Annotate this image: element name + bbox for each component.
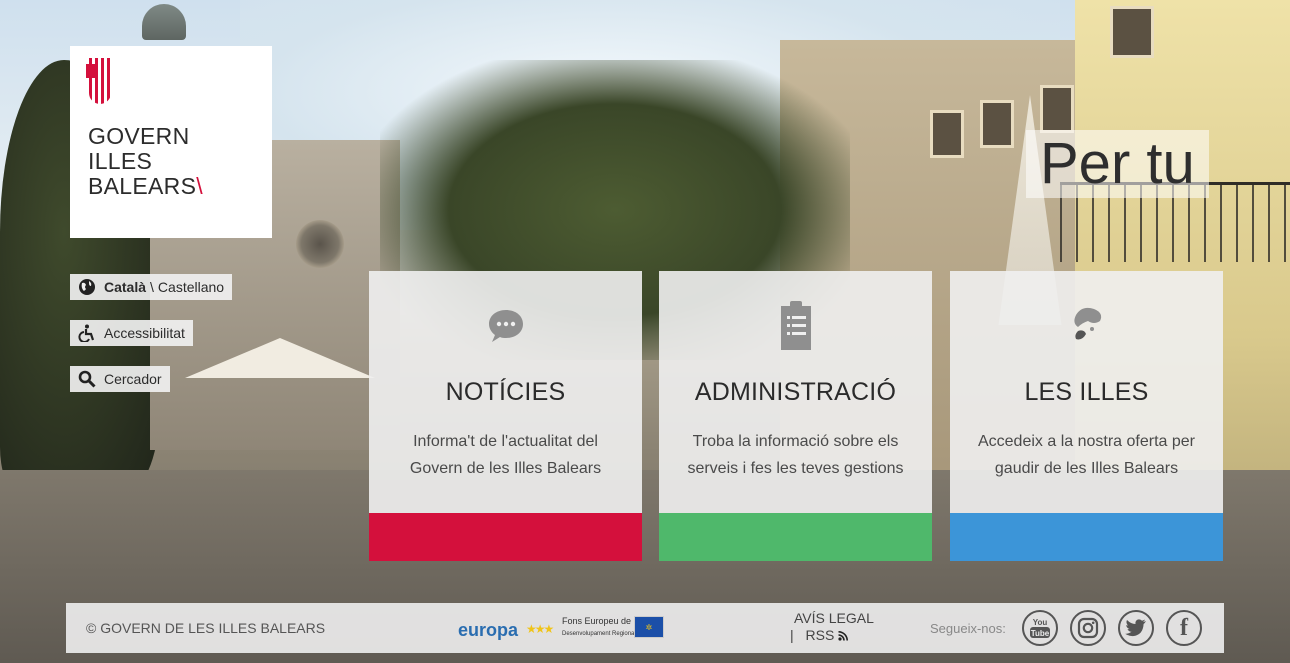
copyright: © GOVERN DE LES ILLES BALEARS — [86, 620, 326, 636]
rss-link[interactable]: RSS — [806, 627, 849, 643]
youtube-icon: You Tube — [1030, 618, 1050, 638]
rss-icon — [838, 631, 849, 641]
logo-line-govern: GOVERN — [88, 123, 190, 149]
facebook-link[interactable]: f — [1166, 610, 1202, 646]
eu-flag-icon: ✲ — [634, 616, 664, 638]
logo-line-illes: ILLES — [88, 148, 153, 174]
card-title: NOTÍCIES — [445, 378, 566, 406]
coat-of-arms-icon — [86, 58, 111, 104]
logo-line-balears: BALEARS — [88, 173, 197, 199]
rss-separator: | — [790, 627, 794, 643]
follow-us-label: Segueix-nos: — [930, 621, 1006, 636]
card-description: Informa't de l'actualitat del Govern de … — [409, 433, 602, 477]
card-title: LES ILLES — [1024, 378, 1149, 406]
eu-fons-label: Fons Europeu de — [562, 616, 632, 626]
search-button[interactable]: Cercador — [70, 366, 170, 392]
eu-stars-icon: ★★★ — [526, 622, 554, 636]
wheelchair-icon — [78, 324, 96, 342]
card-administracio[interactable]: ADMINISTRACIÓ Troba la informació sobre … — [659, 271, 932, 561]
govern-logo[interactable]: GOVERN ILLES BALEARS\ — [70, 46, 272, 238]
eu-fons-sublabel: Desenvolupament Regional — [562, 631, 636, 637]
youtube-link[interactable]: You Tube — [1022, 610, 1058, 646]
logo-accent-slash: \ — [196, 173, 203, 199]
facebook-icon: f — [1180, 614, 1188, 641]
card-title: ADMINISTRACIÓ — [694, 378, 897, 406]
accessibility-button[interactable]: Accessibilitat — [70, 320, 193, 346]
twitter-link[interactable] — [1118, 610, 1154, 646]
card-color-bar — [950, 513, 1223, 561]
footer: © GOVERN DE LES ILLES BALEARS europa ★★★… — [66, 603, 1224, 653]
eu-logo-word: europa — [458, 620, 519, 640]
language-selector: Català \ Castellano — [70, 274, 233, 300]
svg-text:You: You — [1033, 618, 1048, 627]
language-castellano[interactable]: Castellano — [158, 279, 224, 295]
search-icon — [78, 370, 96, 388]
accessibility-label: Accessibilitat — [104, 325, 185, 341]
card-description: Troba la informació sobre els serveis i … — [687, 433, 904, 477]
globe-icon — [78, 278, 96, 296]
hero-tagline: Per tu — [1026, 130, 1209, 198]
card-les-illes[interactable]: LES ILLES Accedeix a la nostra oferta pe… — [950, 271, 1223, 561]
card-color-bar — [659, 513, 932, 561]
language-catala[interactable]: Català — [104, 279, 146, 295]
card-description: Accedeix a la nostra oferta per gaudir d… — [977, 433, 1195, 477]
instagram-icon — [1077, 617, 1099, 639]
eu-feder-logo[interactable]: europa ★★★ Fons Europeu de Desenvolupame… — [458, 612, 668, 644]
chat-bubble-icon — [488, 310, 523, 342]
card-color-bar — [369, 513, 642, 561]
clipboard-icon — [780, 301, 811, 350]
card-noticies[interactable]: NOTÍCIES Informa't de l'actualitat del G… — [369, 271, 642, 561]
instagram-link[interactable] — [1070, 610, 1106, 646]
search-label: Cercador — [104, 371, 162, 387]
island-icon — [1073, 307, 1101, 340]
language-separator: \ — [150, 279, 154, 295]
twitter-icon — [1125, 619, 1146, 637]
svg-text:Tube: Tube — [1031, 629, 1050, 638]
legal-notice-link[interactable]: AVÍS LEGAL — [790, 610, 874, 627]
